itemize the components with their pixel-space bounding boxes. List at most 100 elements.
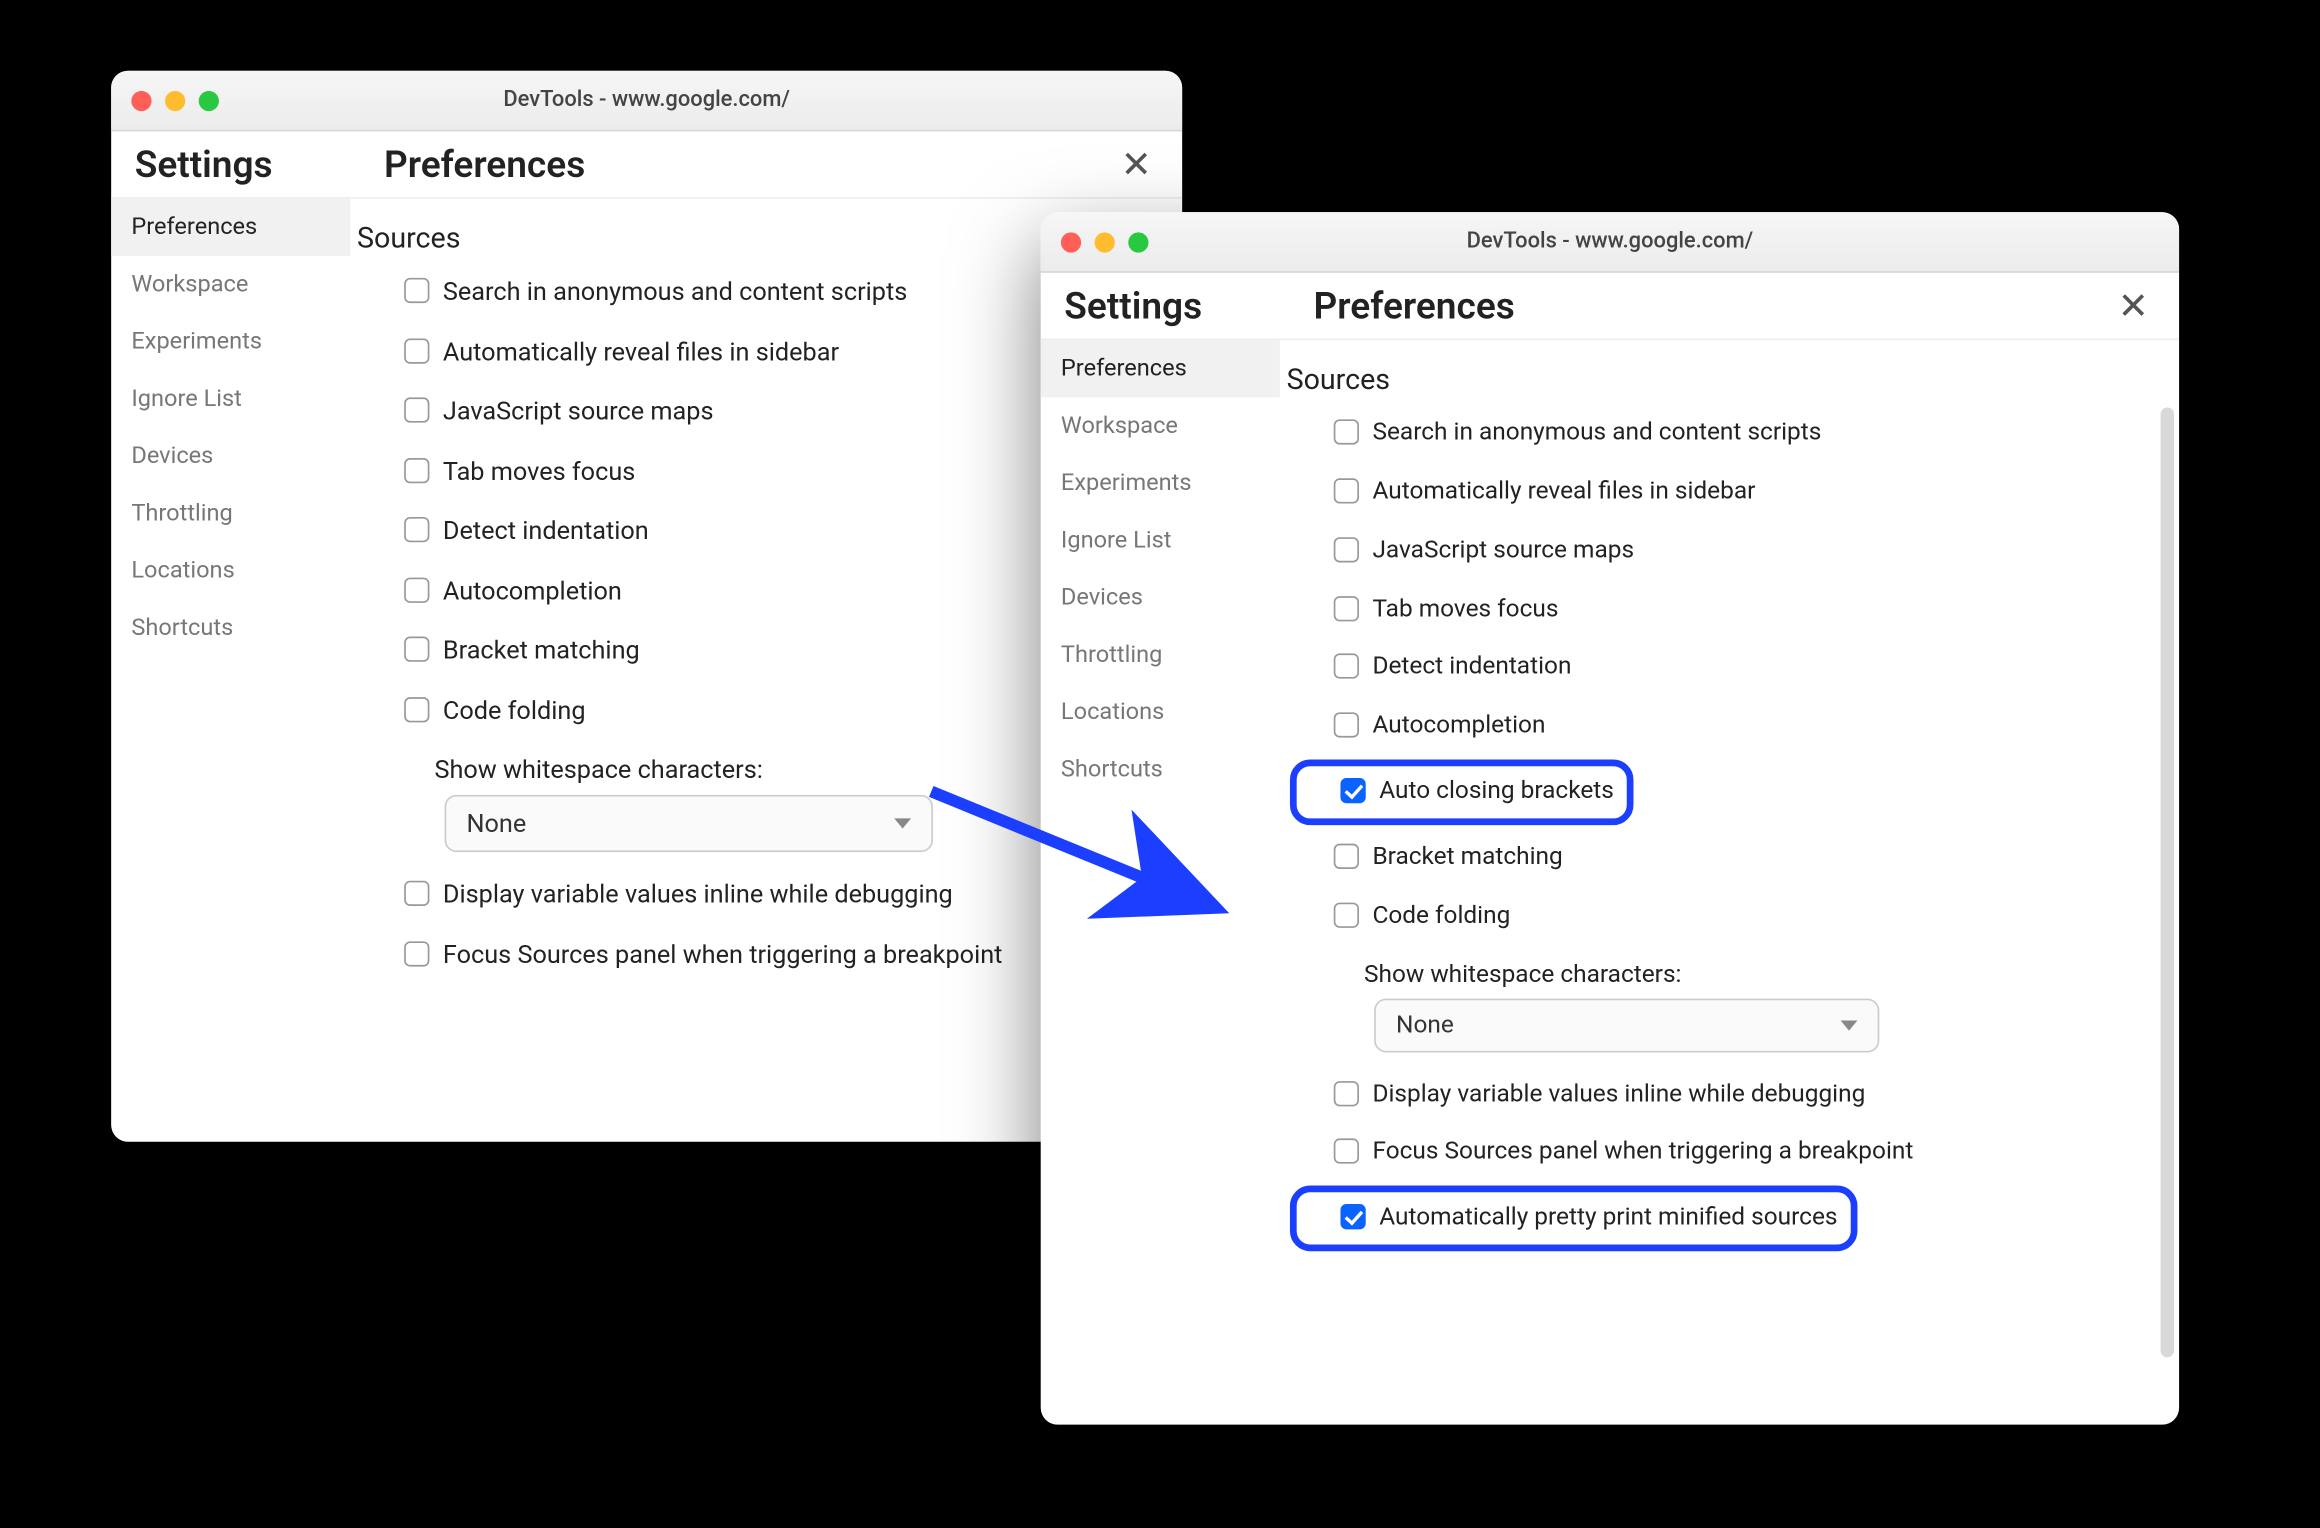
checkbox[interactable] xyxy=(1334,537,1359,562)
sidebar-item-devices[interactable]: Devices xyxy=(1041,569,1280,626)
whitespace-select[interactable]: None xyxy=(445,795,933,852)
sidebar-item-label: Throttling xyxy=(1061,642,1162,669)
titlebar[interactable]: DevTools - www.google.com/ xyxy=(1041,212,2179,273)
page-title: Preferences xyxy=(1314,286,2078,328)
checkbox[interactable] xyxy=(404,457,429,482)
sidebar-item-label: Locations xyxy=(131,557,234,584)
checkbox-row[interactable]: Automatically reveal files in sidebar xyxy=(1287,463,2146,522)
checkbox[interactable] xyxy=(1334,713,1359,738)
highlight-annotation: Auto closing brackets xyxy=(1290,760,1634,825)
sidebar-item-devices[interactable]: Devices xyxy=(111,428,350,485)
checkbox[interactable] xyxy=(1334,595,1359,620)
checkbox-row[interactable]: Code folding xyxy=(1287,887,2146,946)
checkbox-label: Focus Sources panel when triggering a br… xyxy=(1372,1137,2135,1169)
close-window-button[interactable] xyxy=(131,90,151,110)
sidebar-item-preferences[interactable]: Preferences xyxy=(1041,340,1280,397)
checkbox[interactable] xyxy=(1334,1139,1359,1164)
preferences-panel: Sources Search in anonymous and content … xyxy=(1280,340,2179,1424)
maximize-window-button[interactable] xyxy=(199,90,219,110)
page-title: Preferences xyxy=(384,145,1080,187)
sidebar-item-experiments[interactable]: Experiments xyxy=(1041,455,1280,512)
sidebar-item-label: Throttling xyxy=(131,500,232,527)
sidebar-item-label: Ignore List xyxy=(131,386,242,413)
sidebar-item-ignore-list[interactable]: Ignore List xyxy=(1041,512,1280,569)
checkbox[interactable] xyxy=(1334,1080,1359,1105)
titlebar[interactable]: DevTools - www.google.com/ xyxy=(111,71,1182,132)
chevron-down-icon xyxy=(1841,1020,1858,1030)
sidebar-item-label: Locations xyxy=(1061,699,1164,726)
checkbox[interactable] xyxy=(1340,1205,1365,1230)
checkbox[interactable] xyxy=(404,941,429,966)
checkbox-row[interactable]: JavaScript source maps xyxy=(1287,522,2146,581)
window-title: DevTools - www.google.com/ xyxy=(1041,229,2179,254)
sidebar-item-label: Experiments xyxy=(1061,470,1192,497)
checkbox[interactable] xyxy=(404,881,429,906)
checkbox[interactable] xyxy=(1334,654,1359,679)
checkbox-row[interactable]: Autocompletion xyxy=(1287,698,2146,757)
checkbox[interactable] xyxy=(1334,844,1359,869)
checkbox[interactable] xyxy=(404,637,429,662)
checkbox[interactable] xyxy=(1334,478,1359,503)
sidebar-item-workspace[interactable]: Workspace xyxy=(111,256,350,313)
checkbox-label: Automatically reveal files in sidebar xyxy=(1372,476,2135,508)
close-icon[interactable]: ✕ xyxy=(1114,145,1159,187)
sidebar-item-ignore-list[interactable]: Ignore List xyxy=(111,370,350,427)
close-window-button[interactable] xyxy=(1061,232,1081,252)
sidebar-item-locations[interactable]: Locations xyxy=(1041,684,1280,741)
sidebar-item-shortcuts[interactable]: Shortcuts xyxy=(1041,741,1280,798)
checkbox-row[interactable]: Detect indentation xyxy=(1287,639,2146,698)
checkbox[interactable] xyxy=(404,517,429,542)
sidebar-item-workspace[interactable]: Workspace xyxy=(1041,397,1280,454)
sidebar-item-experiments[interactable]: Experiments xyxy=(111,313,350,370)
checkbox-row[interactable]: Focus Sources panel when triggering a br… xyxy=(1287,1124,2146,1183)
checkbox-label: Display variable values inline while deb… xyxy=(1372,1079,2135,1111)
sidebar-item-throttling[interactable]: Throttling xyxy=(111,485,350,542)
highlight-annotation: Automatically pretty print minified sour… xyxy=(1290,1186,1858,1251)
window-title: DevTools - www.google.com/ xyxy=(111,88,1182,113)
sidebar-item-preferences[interactable]: Preferences xyxy=(111,199,350,256)
window-controls xyxy=(131,90,219,110)
whitespace-label: Show whitespace characters: xyxy=(1287,946,2146,995)
checkbox-label: Code folding xyxy=(1372,901,2135,933)
checkbox-row[interactable]: Bracket matching xyxy=(1287,828,2146,887)
checkbox-row[interactable]: Tab moves focus xyxy=(1287,580,2146,639)
checkbox[interactable] xyxy=(404,696,429,721)
section-title-sources: Sources xyxy=(1287,364,2146,398)
checkbox[interactable] xyxy=(1334,902,1359,927)
settings-header: Settings Preferences ✕ xyxy=(1041,273,2179,340)
sidebar-item-label: Workspace xyxy=(131,271,248,298)
checkbox-row[interactable]: Display variable values inline while deb… xyxy=(1287,1065,2146,1124)
scrollbar[interactable] xyxy=(2161,408,2174,1358)
checkbox-label: Tab moves focus xyxy=(1372,594,2135,626)
sidebar-item-shortcuts[interactable]: Shortcuts xyxy=(111,600,350,657)
checkbox-label: Auto closing brackets xyxy=(1379,776,1614,808)
sidebar-item-label: Workspace xyxy=(1061,413,1178,440)
checkbox[interactable] xyxy=(404,278,429,303)
checkbox-row[interactable]: Automatically pretty print minified sour… xyxy=(1337,1196,1841,1241)
checkbox-row[interactable]: Auto closing brackets xyxy=(1337,770,1617,815)
sidebar-item-locations[interactable]: Locations xyxy=(111,542,350,599)
settings-sidebar: Preferences Workspace Experiments Ignore Li… xyxy=(111,199,350,1142)
sidebar-item-label: Devices xyxy=(1061,584,1143,611)
chevron-down-icon xyxy=(894,818,911,828)
devtools-settings-window-after: DevTools - www.google.com/ Settings Pref… xyxy=(1041,212,2179,1424)
checkbox-row[interactable]: Search in anonymous and content scripts xyxy=(1287,404,2146,463)
whitespace-select[interactable]: None xyxy=(1374,998,1879,1052)
settings-sidebar: Preferences Workspace Experiments Ignore Li… xyxy=(1041,340,1280,1424)
window-controls xyxy=(1061,232,1149,252)
sidebar-item-label: Devices xyxy=(131,443,213,470)
checkbox-label: Automatically pretty print minified sour… xyxy=(1379,1203,1837,1235)
sidebar-item-label: Preferences xyxy=(131,214,257,241)
checkbox[interactable] xyxy=(404,338,429,363)
minimize-window-button[interactable] xyxy=(1095,232,1115,252)
settings-header: Settings Preferences ✕ xyxy=(111,131,1182,198)
maximize-window-button[interactable] xyxy=(1128,232,1148,252)
checkbox-label: JavaScript source maps xyxy=(1372,535,2135,567)
checkbox[interactable] xyxy=(404,577,429,602)
checkbox[interactable] xyxy=(1340,778,1365,803)
minimize-window-button[interactable] xyxy=(165,90,185,110)
checkbox[interactable] xyxy=(404,397,429,422)
sidebar-item-throttling[interactable]: Throttling xyxy=(1041,626,1280,683)
checkbox[interactable] xyxy=(1334,419,1359,444)
close-icon[interactable]: ✕ xyxy=(2111,286,2156,328)
